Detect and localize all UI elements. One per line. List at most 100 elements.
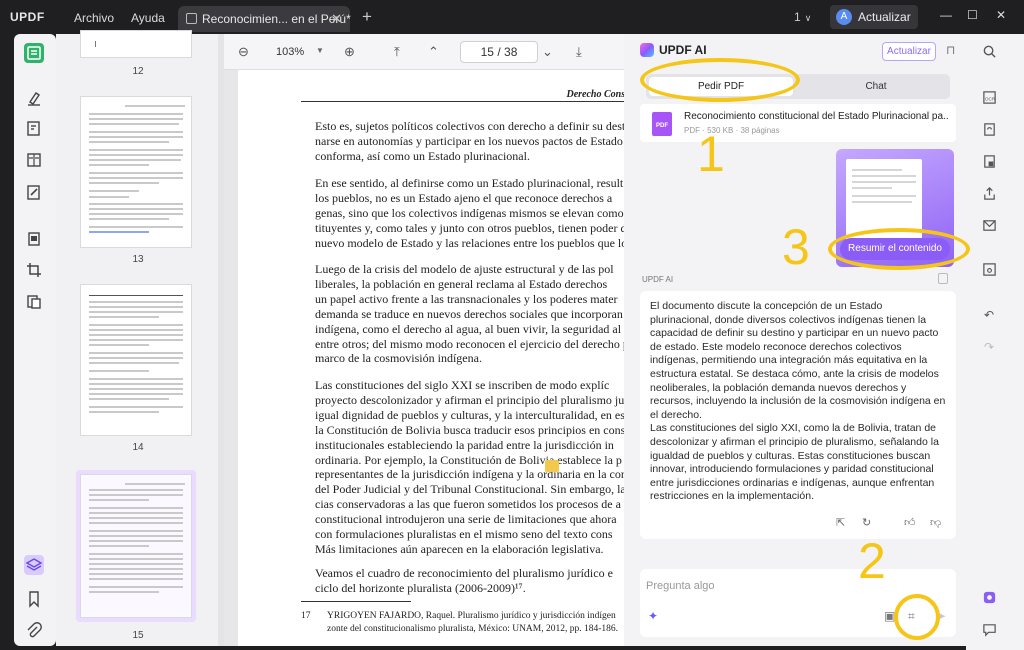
redo-icon[interactable]: ↷	[980, 338, 998, 356]
save-icon[interactable]	[980, 262, 998, 280]
body-text-line: con formulaciones pluralistas en el mism…	[315, 527, 613, 541]
viewer-toolbar: ⊖ 103% ▼ ⊕ ⤒ ⌃ 15 / 38 ⌄ ⤓	[224, 34, 624, 70]
ai-panel-title: UPDF AI	[640, 43, 707, 57]
form-icon[interactable]	[24, 150, 44, 170]
zoom-in-icon[interactable]: ⊕	[344, 44, 355, 60]
thumbnail-page-14[interactable]	[80, 284, 192, 436]
svg-text:OCR: OCR	[984, 96, 995, 101]
body-text-line: Esto es, sujetos políticos colectivos co…	[315, 119, 624, 133]
edit-pdf-icon[interactable]	[24, 118, 44, 138]
left-tool-panel	[14, 34, 56, 646]
menu-archivo[interactable]: Archivo	[74, 11, 114, 25]
body-text-line: un papel activo frente a las transnacion…	[315, 291, 618, 306]
zoom-level[interactable]: 103%	[276, 46, 304, 58]
protect-icon[interactable]	[980, 154, 998, 172]
annotation-number-2: 2	[858, 533, 886, 589]
close-tab-icon[interactable]: ✕	[331, 11, 342, 27]
document-viewer: ⊖ 103% ▼ ⊕ ⤒ ⌃ 15 / 38 ⌄ ⤓ Derecho Const…	[224, 34, 624, 646]
comment-icon[interactable]	[980, 622, 998, 640]
thumbnail-page-15[interactable]	[80, 474, 192, 618]
window-count-dropdown[interactable]: 1 ∨	[794, 10, 811, 24]
next-page-icon[interactable]: ⌄	[542, 44, 553, 60]
thumbs-down-icon[interactable]: 👎︎	[930, 516, 941, 529]
ai-answer-line: restricciones en la implementación.	[650, 490, 814, 503]
body-text-line: conforma, así como un Estado plurinacion…	[315, 148, 530, 163]
thumbnail-page-13[interactable]	[80, 96, 192, 248]
ai-upgrade-button[interactable]: Actualizar	[882, 42, 936, 61]
thumbnail-page-12[interactable]	[80, 30, 192, 58]
title-bar: UPDF Archivo Ayuda Reconocimien... en el…	[0, 0, 1024, 34]
ai-answer-card: El documento discute la concepción de un…	[640, 291, 956, 539]
tab-chat[interactable]: Chat	[804, 77, 948, 96]
page-number-field[interactable]: 15 / 38	[460, 41, 538, 63]
footnote-number: 17	[301, 611, 311, 621]
body-text-line: la Constitución de Bolivia busca traduci…	[315, 422, 624, 437]
upgrade-button[interactable]: A Actualizar	[830, 5, 918, 29]
organize-pages-icon[interactable]	[24, 230, 44, 250]
first-page-icon[interactable]: ⤒	[394, 44, 400, 60]
body-text-line: marco de la cosmovisión indígena.	[315, 351, 482, 366]
ai-answer-line: plurinacional, donde diversos colectivos…	[650, 313, 927, 326]
thumbs-up-icon[interactable]: 👍︎	[904, 516, 916, 529]
fill-sign-icon[interactable]	[24, 182, 44, 202]
thumbnail-label: 15	[132, 630, 144, 641]
file-card[interactable]: PDF Reconocimiento constitucional del Es…	[640, 104, 956, 142]
ai-answer-line: descolonizar y afirman el principio de p…	[650, 435, 939, 448]
chevron-down-icon[interactable]: ▼	[316, 46, 324, 55]
layers-icon[interactable]	[24, 555, 44, 575]
last-page-icon[interactable]: ⤓	[576, 44, 582, 60]
annotation-number-3: 3	[782, 219, 810, 275]
ai-assistant-panel: UPDF AI Actualizar ⊓ Pedir PDF Chat PDF …	[624, 34, 966, 646]
body-text-line: proyecto descolonizador y afirman el pri…	[315, 392, 624, 407]
maximize-icon[interactable]: ☐	[967, 8, 978, 22]
tools-icon[interactable]	[24, 292, 44, 312]
body-text-line: entre otros; del mismo modo reconocen el…	[315, 336, 624, 351]
search-icon[interactable]	[980, 44, 998, 62]
annotation-ring-screenshot	[894, 594, 940, 640]
bookmark-icon[interactable]	[24, 589, 44, 609]
ai-answer-text: El documento discute la concepción de un…	[650, 300, 950, 504]
pdf-page: Derecho Constitucional - Pág Esto es, su…	[238, 70, 624, 646]
body-text-line: Las constituciones del siglo XXI se insc…	[315, 378, 610, 392]
updf-window: UPDF Archivo Ayuda Reconocimien... en el…	[0, 0, 1024, 650]
edit-document-icon	[186, 13, 197, 24]
thumbnail-panel: 12 13 14 15	[56, 30, 220, 646]
annotation-ring-pedir-pdf	[640, 58, 800, 102]
file-name: Reconocimiento constitucional del Estado…	[684, 111, 948, 122]
close-window-icon[interactable]: ✕	[996, 8, 1006, 22]
ask-input[interactable]	[646, 575, 946, 597]
body-text-line: tituyentes y, como tales y junto con otr…	[315, 220, 624, 235]
upgrade-label: Actualizar	[858, 10, 911, 24]
crop-pages-icon[interactable]	[24, 260, 44, 280]
ai-answer-line: El documento discute la concepción de un…	[650, 300, 883, 312]
ai-answer-line: entre jurisdicciones ordinarias e indíge…	[650, 476, 935, 489]
copy-icon[interactable]	[938, 273, 948, 284]
sticky-note-icon[interactable]	[545, 460, 559, 473]
body-text-line: igual dignidad de pueblos y culturas, y …	[315, 407, 624, 422]
lightbulb-icon[interactable]: ✦	[648, 609, 658, 623]
share-icon[interactable]	[980, 186, 998, 204]
undo-icon[interactable]: ↶	[980, 306, 998, 324]
convert-icon[interactable]	[980, 122, 998, 140]
ai-answer-line: capacidad de definir su destino y partic…	[650, 327, 939, 340]
reader-mode-icon[interactable]	[24, 43, 44, 63]
minimize-icon[interactable]: —	[940, 8, 952, 22]
ai-answer-line: Las constituciones del siglo XXI, como l…	[650, 422, 936, 435]
updf-ai-icon[interactable]	[980, 590, 998, 608]
previous-page-icon[interactable]: ⌃	[428, 44, 439, 60]
body-text-line: Más limitaciones aún aparecen en la elab…	[315, 541, 604, 556]
ocr-icon[interactable]: OCR	[980, 90, 998, 108]
regenerate-icon[interactable]: ↻	[862, 516, 871, 529]
app-logo: UPDF	[10, 10, 45, 24]
attachment-icon[interactable]	[24, 621, 44, 641]
window-count: 1	[794, 10, 801, 24]
new-tab-icon[interactable]: +	[362, 7, 372, 27]
ai-response-label: UPDF AI	[642, 275, 674, 284]
document-tab[interactable]: Reconocimien... en el Perú* ✕	[178, 6, 351, 32]
menu-ayuda[interactable]: Ayuda	[131, 11, 165, 25]
lock-icon[interactable]: ⊓	[946, 43, 955, 57]
email-icon[interactable]	[980, 218, 998, 236]
zoom-out-icon[interactable]: ⊖	[238, 44, 249, 60]
export-icon[interactable]: ⇱	[836, 516, 845, 529]
highlighter-icon[interactable]	[24, 88, 44, 108]
